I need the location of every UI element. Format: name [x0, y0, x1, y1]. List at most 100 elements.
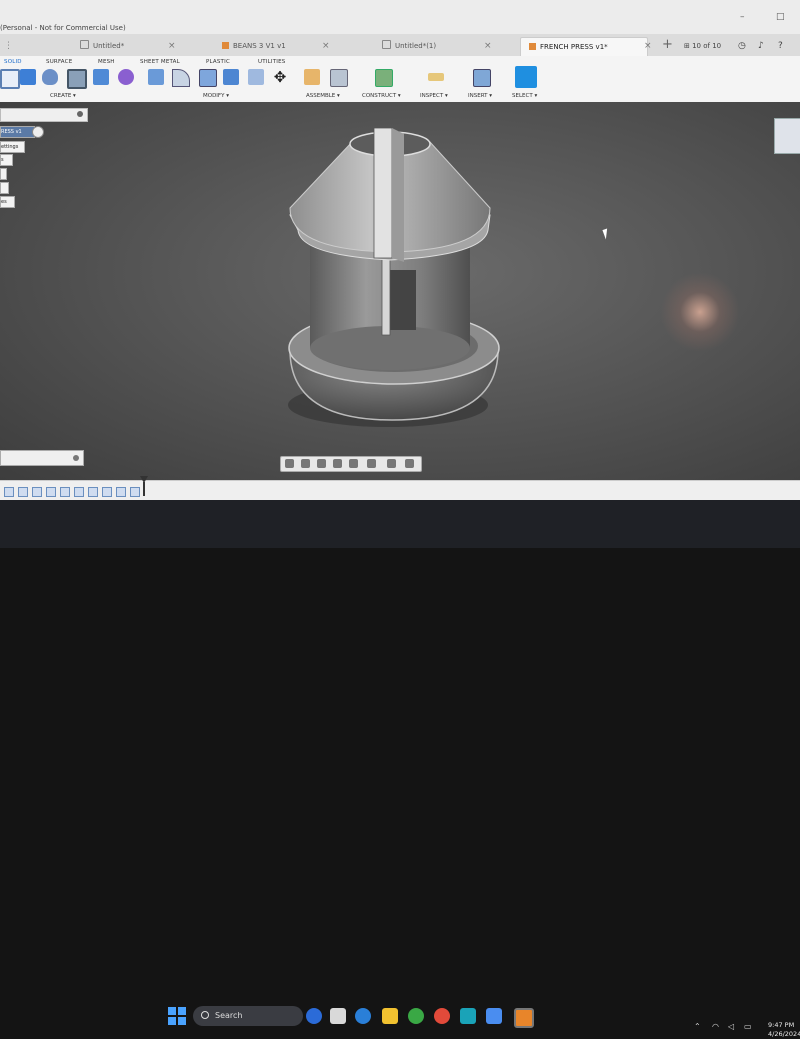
move-icon[interactable]: ✥ — [272, 69, 288, 85]
store-icon[interactable] — [486, 1008, 502, 1024]
offset-plane-icon[interactable] — [375, 69, 393, 87]
revolve-icon[interactable] — [42, 69, 58, 85]
radio-icon[interactable] — [32, 126, 44, 138]
tab-plastic[interactable]: PLASTIC — [206, 59, 230, 65]
fusion-icon[interactable] — [514, 1008, 534, 1028]
browser-item[interactable]: es — [0, 196, 15, 208]
select-arrow-icon[interactable] — [515, 66, 537, 88]
tab-untitled-1[interactable]: Untitled*(1) — [382, 37, 436, 55]
create-menu[interactable]: CREATE ▾ — [50, 93, 76, 99]
inspect-menu[interactable]: INSPECT ▾ — [420, 93, 448, 99]
maximize-button[interactable]: □ — [776, 12, 785, 22]
tab-close-button[interactable]: × — [322, 37, 330, 55]
browser-item-settings[interactable]: ettings — [0, 141, 25, 153]
file-explorer-icon[interactable] — [382, 1008, 398, 1024]
insert-menu[interactable]: INSERT ▾ — [468, 93, 492, 99]
measure-icon[interactable] — [428, 73, 444, 81]
app-icon[interactable] — [460, 1008, 476, 1024]
timeline-feature[interactable] — [130, 487, 140, 497]
system-clock[interactable]: 9:47 PM 4/26/2024 — [768, 1021, 800, 1039]
task-view-icon[interactable] — [330, 1008, 346, 1024]
browser-panel-header[interactable] — [0, 108, 88, 122]
fusion-window: (Personal - Not for Commercial Use) – □ … — [0, 0, 800, 520]
notification-icon[interactable]: ♪ — [758, 37, 764, 55]
browser-item[interactable] — [0, 168, 7, 180]
tab-mesh[interactable]: MESH — [98, 59, 115, 65]
title-bar: (Personal - Not for Commercial Use) – □ — [0, 0, 800, 34]
tab-beans[interactable]: BEANS 3 V1 v1 — [222, 37, 286, 55]
scale-icon[interactable] — [248, 69, 264, 85]
timeline-feature[interactable] — [46, 487, 56, 497]
job-count[interactable]: ⊞ 10 of 10 — [684, 37, 721, 55]
modify-menu[interactable]: MODIFY ▾ — [203, 93, 229, 99]
insert-image-icon[interactable] — [473, 69, 491, 87]
browser-icon[interactable] — [434, 1008, 450, 1024]
tab-untitled[interactable]: Untitled* — [80, 37, 124, 55]
browser-root-node[interactable]: RESS v1 — [0, 126, 35, 138]
timeline-feature[interactable] — [60, 487, 70, 497]
construct-menu[interactable]: CONSTRUCT ▾ — [362, 93, 401, 99]
wifi-icon[interactable]: ◠ — [712, 1022, 719, 1031]
look-at-icon[interactable] — [301, 459, 310, 468]
fillet-icon[interactable] — [172, 69, 190, 87]
hole-icon[interactable] — [67, 69, 87, 89]
orbit-icon[interactable] — [285, 459, 294, 468]
timeline-feature[interactable] — [102, 487, 112, 497]
clock-icon[interactable]: ◷ — [738, 37, 746, 55]
tab-french-press[interactable]: FRENCH PRESS v1* — [520, 37, 648, 56]
grid-settings-icon[interactable] — [387, 459, 396, 468]
timeline-feature[interactable] — [74, 487, 84, 497]
lock-icon — [382, 40, 391, 49]
minimize-button[interactable]: – — [740, 12, 745, 22]
press-pull-icon[interactable] — [148, 69, 164, 85]
form-icon[interactable] — [118, 69, 134, 85]
panel-toggle-icon[interactable] — [73, 455, 79, 461]
timeline-feature[interactable] — [4, 487, 14, 497]
timeline-feature[interactable] — [18, 487, 28, 497]
select-menu[interactable]: SELECT ▾ — [512, 93, 537, 99]
browser-item[interactable]: s — [0, 154, 13, 166]
joint-icon[interactable] — [330, 69, 348, 87]
tab-solid[interactable]: SOLID — [4, 59, 22, 65]
fit-icon[interactable] — [349, 459, 358, 468]
timeline-feature[interactable] — [32, 487, 42, 497]
document-tabs: ⋮ Untitled* × BEANS 3 V1 v1 × Untitled*(… — [0, 34, 800, 57]
grid-icon[interactable]: ⋮ — [4, 37, 13, 55]
windows-logo-icon — [178, 1007, 186, 1015]
tab-close-button[interactable]: × — [168, 37, 176, 55]
tab-close-button[interactable]: × — [644, 37, 652, 55]
viewports-icon[interactable] — [405, 459, 414, 468]
timeline-marker[interactable] — [143, 482, 145, 496]
timeline-feature[interactable] — [88, 487, 98, 497]
tab-utilities[interactable]: UTILITIES — [258, 59, 285, 65]
assemble-menu[interactable]: ASSEMBLE ▾ — [306, 93, 340, 99]
pan-icon[interactable] — [317, 459, 326, 468]
display-settings-icon[interactable] — [367, 459, 376, 468]
battery-icon[interactable]: ▭ — [744, 1022, 752, 1031]
chrome-icon[interactable] — [408, 1008, 424, 1024]
combine-icon[interactable] — [223, 69, 239, 85]
taskbar-search[interactable]: Search — [193, 1006, 303, 1026]
volume-icon[interactable]: ◁ — [728, 1022, 734, 1031]
comments-panel[interactable] — [0, 450, 84, 466]
new-tab-button[interactable]: + — [662, 36, 673, 54]
zoom-icon[interactable] — [333, 459, 342, 468]
chat-icon[interactable] — [355, 1008, 371, 1024]
new-component-icon[interactable] — [304, 69, 320, 85]
tab-surface[interactable]: SURFACE — [46, 59, 72, 65]
tab-close-button[interactable]: × — [484, 37, 492, 55]
timeline-feature[interactable] — [116, 487, 126, 497]
copilot-icon[interactable] — [306, 1008, 322, 1024]
french-press-model[interactable] — [270, 120, 510, 430]
browser-item[interactable] — [0, 182, 9, 194]
create-sketch-icon[interactable] — [0, 69, 20, 89]
shell-icon[interactable] — [199, 69, 217, 87]
start-button[interactable] — [168, 1007, 186, 1025]
panel-toggle-icon[interactable] — [77, 111, 83, 117]
help-icon[interactable]: ? — [778, 37, 783, 55]
extrude-icon[interactable] — [20, 69, 36, 85]
viewcube[interactable] — [774, 118, 800, 154]
chevron-up-icon[interactable]: ⌃ — [694, 1022, 701, 1031]
box-icon[interactable] — [93, 69, 109, 85]
tab-sheet-metal[interactable]: SHEET METAL — [140, 59, 180, 65]
